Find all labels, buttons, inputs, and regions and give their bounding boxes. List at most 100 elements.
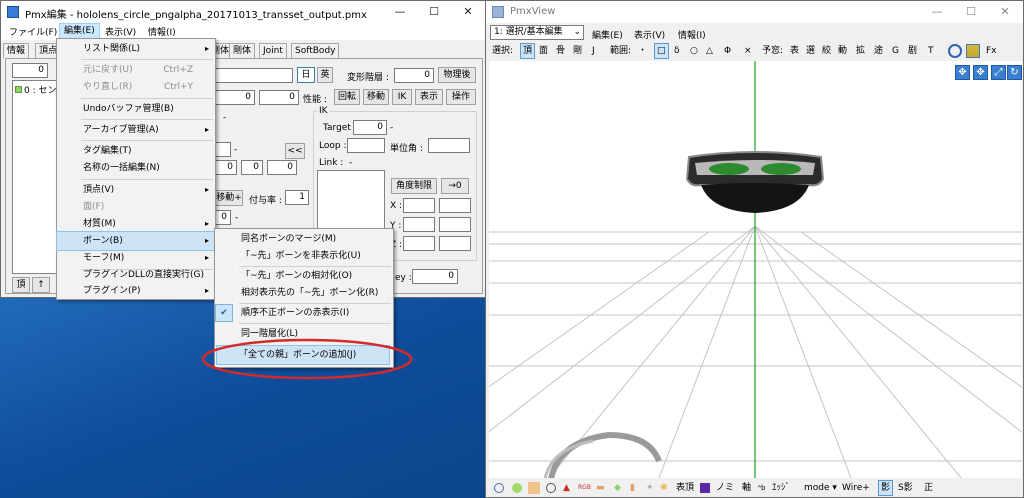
bone-display-icon[interactable]: ▬ — [596, 480, 605, 496]
menu-item-undo-buffer[interactable]: Undoバッファ管理(B) — [57, 100, 215, 118]
submenu-item-hide-tip-bones[interactable]: 「~先」ボーンを非表示化(U) — [215, 247, 393, 265]
yoyaku-filter[interactable]: 絞 — [822, 43, 831, 59]
zoom-icon[interactable]: ⤢ — [991, 65, 1006, 80]
operate-button[interactable]: 操作 — [446, 89, 476, 105]
position-field[interactable]: 0 — [215, 90, 255, 105]
mode-select[interactable]: 1: 選択/基本編集 ⌄ — [490, 25, 584, 40]
select-joint-toggle[interactable]: J — [592, 43, 595, 59]
en-button[interactable]: 英 — [317, 67, 333, 83]
menu-item-morph[interactable]: モーフ(M) ▸ — [57, 249, 215, 267]
maximize-icon[interactable]: ☐ — [417, 1, 451, 23]
minimize-icon[interactable]: — — [383, 1, 417, 23]
menu-item-batch-rename[interactable]: 名称の一括編集(N) — [57, 159, 215, 177]
joint-display-icon[interactable]: ✦ — [646, 480, 654, 496]
menu-file[interactable]: ファイル(F) — [9, 25, 57, 38]
triangle-icon[interactable]: ▲ — [563, 480, 570, 496]
top-button[interactable]: 頂 — [12, 277, 30, 293]
fx-button[interactable]: Fx — [986, 43, 997, 59]
camera-icon[interactable] — [494, 483, 504, 493]
collapse-button[interactable]: << — [285, 143, 305, 159]
menu-item-bone[interactable]: ボーン(B) ▸ — [56, 231, 216, 251]
limit-y-max[interactable] — [439, 217, 471, 232]
pmx-view-titlebar[interactable]: PmxView — ☐ ✕ — [486, 1, 1023, 23]
mode-dropdown[interactable]: mode ▾ — [804, 480, 837, 496]
tab-softbody[interactable]: SoftBody — [291, 43, 340, 58]
grid-icon[interactable] — [966, 44, 980, 58]
field[interactable]: 0 — [215, 210, 231, 225]
skin-icon[interactable] — [528, 482, 540, 494]
range-circle-toggle[interactable]: ○ — [690, 43, 698, 59]
rotate-button[interactable]: 回転 — [334, 89, 360, 105]
select-rigid-toggle[interactable]: 剛 — [573, 43, 582, 59]
target-icon[interactable] — [948, 44, 962, 58]
loop-field[interactable] — [347, 138, 385, 153]
select-vertex-toggle[interactable]: 頂 — [520, 43, 536, 59]
light-icon[interactable] — [512, 483, 522, 493]
submenu-item-red-invalid-order[interactable]: ✔ 順序不正ボーンの赤表示(I) — [215, 304, 393, 322]
rigid-display-icon[interactable]: ▮ — [630, 480, 635, 496]
range-lasso-toggle[interactable]: δ — [674, 43, 680, 59]
angle-limit-button[interactable]: 角度制限 — [391, 178, 437, 194]
field[interactable] — [215, 142, 231, 157]
tab-info[interactable]: 情報 — [3, 43, 30, 58]
show-vertex-toggle[interactable]: 表頂 — [676, 480, 694, 496]
menu-item-list[interactable]: リスト関係(L) ▸ — [57, 40, 215, 58]
yoyaku-paint[interactable]: 途 — [874, 43, 883, 59]
axis-toggle[interactable]: 軸 — [742, 480, 751, 496]
unit-angle-field[interactable] — [428, 138, 470, 153]
menu-info[interactable]: 情報(I) — [148, 25, 176, 38]
limit-y-min[interactable] — [403, 217, 435, 232]
bone-list[interactable]: 0 : センタ — [12, 80, 65, 274]
limit-z-max[interactable] — [439, 236, 471, 251]
menu-item-tag-edit[interactable]: タグ編集(T) — [57, 142, 215, 160]
range-cross-toggle[interactable]: × — [744, 43, 752, 59]
menu-item-material[interactable]: 材質(M) ▸ — [57, 215, 215, 233]
menu-item-vertex[interactable]: 頂点(V) ▸ — [57, 181, 215, 199]
rotate-icon[interactable]: ↻ — [1007, 65, 1022, 80]
field[interactable]: 0 — [267, 160, 297, 175]
pan-icon[interactable]: ✥ — [955, 65, 970, 80]
bone-index-field[interactable]: 0 — [12, 63, 48, 78]
menu-info[interactable]: 情報(I) — [678, 28, 706, 41]
yoyaku-t[interactable]: T — [928, 43, 934, 59]
submenu-item-tip-from-relative[interactable]: 相対表示先の「~先」ボーン化(R) — [215, 284, 393, 302]
ab-icon[interactable]: ᴬb — [758, 480, 765, 496]
color-swatch[interactable] — [700, 483, 710, 493]
pmx-editor-titlebar[interactable]: Pmx編集 - hololens_circle_pngalpha_2017101… — [1, 1, 485, 23]
select-bone-toggle[interactable]: 骨 — [556, 43, 565, 59]
select-face-toggle[interactable]: 面 — [539, 43, 548, 59]
menu-item-redo[interactable]: やり直し(R) Ctrl+Y — [57, 78, 215, 96]
range-phi-toggle[interactable]: Φ — [724, 43, 731, 59]
nomi-toggle[interactable]: ノミ — [716, 480, 734, 496]
close-icon[interactable]: ✕ — [988, 1, 1022, 23]
limit-x-min[interactable] — [403, 198, 435, 213]
target-field[interactable]: 0 — [353, 120, 387, 135]
grant-move-button[interactable]: 移動+ — [215, 190, 243, 206]
range-rect-toggle[interactable]: □ — [654, 43, 669, 59]
ik-display-icon[interactable]: ◆ — [614, 480, 621, 496]
move-button[interactable]: 移動 — [363, 89, 389, 105]
yoyaku-g[interactable]: G — [892, 43, 899, 59]
menu-view[interactable]: 表示(V) — [634, 28, 665, 41]
submenu-item-relativize-tip[interactable]: 「~先」ボーンの相対化(O) — [215, 267, 393, 285]
sun-icon[interactable]: ❃ — [660, 480, 668, 496]
deform-field[interactable]: 0 — [394, 68, 434, 83]
jp-button[interactable]: 日 — [297, 67, 315, 83]
maximize-icon[interactable]: ☐ — [954, 1, 988, 23]
front-view-button[interactable]: 正 — [924, 480, 933, 496]
physics-after-button[interactable]: 物理後 — [438, 67, 476, 83]
menu-view[interactable]: 表示(V) — [105, 25, 136, 38]
edge-toggle[interactable]: ｴｯｼﾞ — [772, 480, 790, 496]
yoyaku-move[interactable]: 動 — [838, 43, 847, 59]
yoyaku-scale[interactable]: 拡 — [856, 43, 865, 59]
close-icon[interactable]: ✕ — [451, 1, 485, 23]
self-shadow-toggle[interactable]: S影 — [898, 480, 913, 496]
range-triangle-toggle[interactable]: △ — [706, 43, 713, 59]
3d-viewport[interactable]: ✥ ✥ ⤢ ↻ — [489, 61, 1022, 478]
position-field[interactable]: 0 — [259, 90, 299, 105]
move-icon[interactable]: ✥ — [973, 65, 988, 80]
wire-toggle[interactable]: Wire+ — [842, 480, 870, 496]
axis-icon[interactable]: RGB — [578, 480, 591, 496]
limit-x-max[interactable] — [439, 198, 471, 213]
menu-item-face[interactable]: 面(F) — [57, 198, 215, 216]
